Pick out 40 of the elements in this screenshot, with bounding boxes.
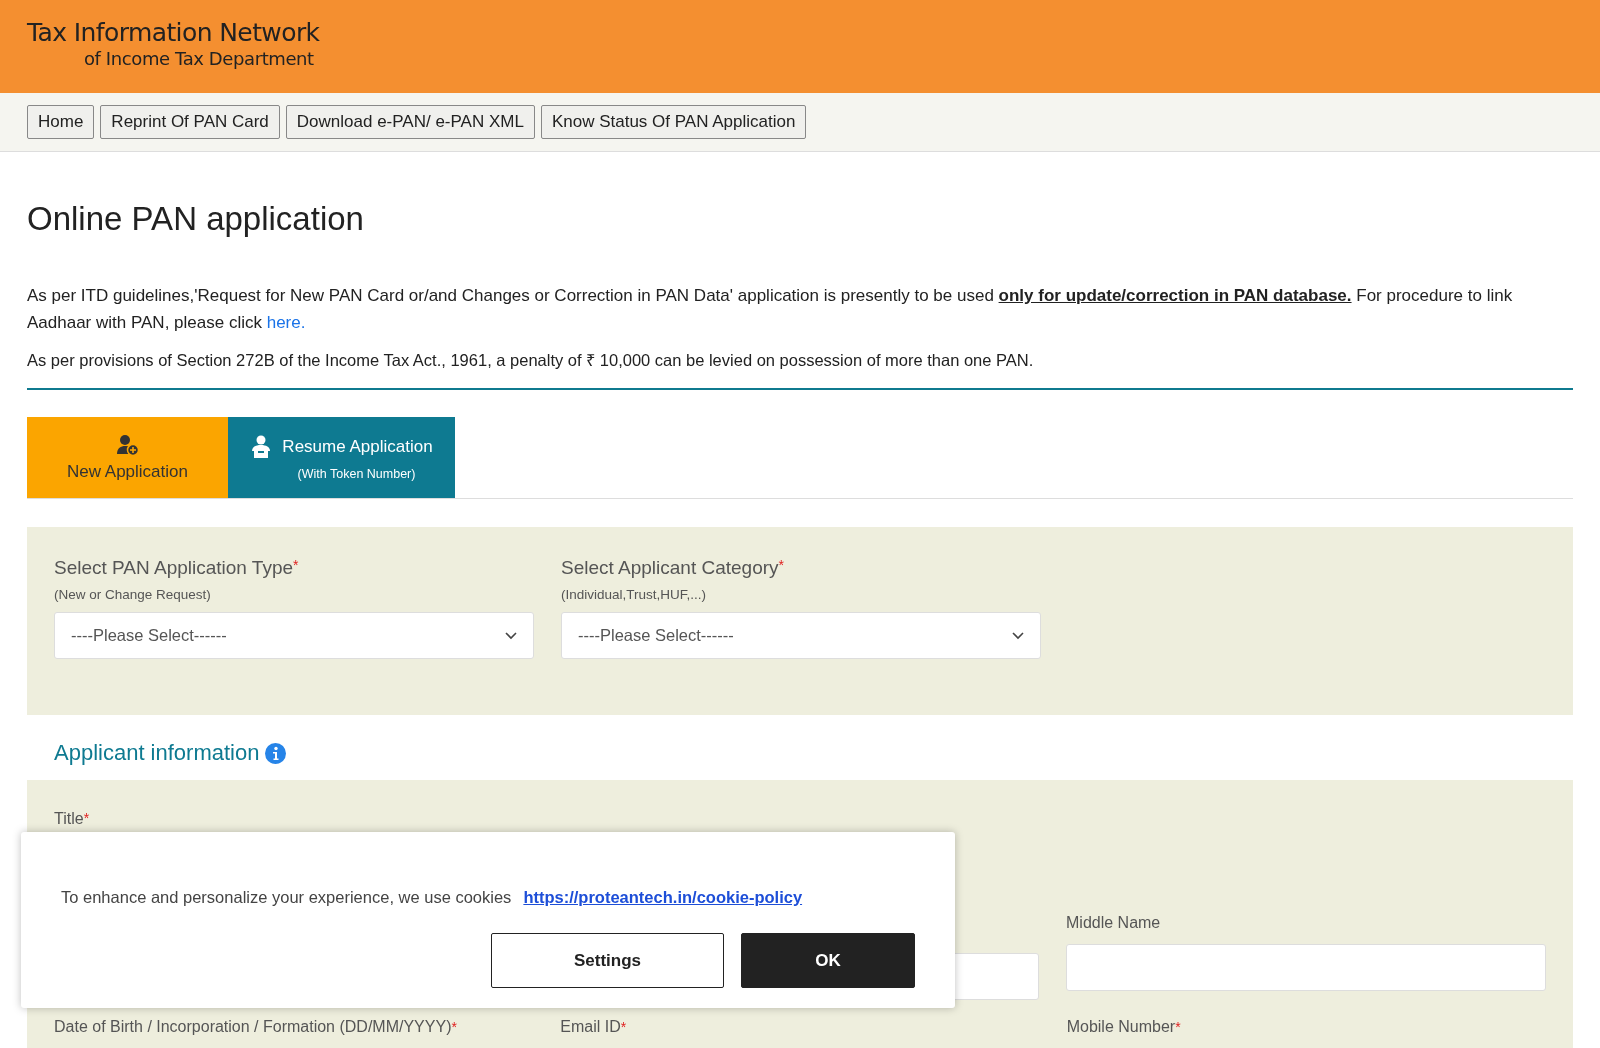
nav-button[interactable]: Know Status Of PAN Application xyxy=(540,105,807,139)
required-mark: * xyxy=(1175,1019,1181,1035)
site-subtitle: of Income Tax Department xyxy=(84,48,314,69)
input-field[interactable] xyxy=(1066,944,1546,991)
required-mark: * xyxy=(83,810,90,826)
user-box-icon xyxy=(250,434,273,459)
required-mark: * xyxy=(778,557,785,573)
chevron-down-icon xyxy=(1012,631,1024,640)
field-label: Mobile Number xyxy=(1066,1018,1176,1035)
penalty-text: As per provisions of Section 272B of the Income Tax Act., 1961, a penalty of ₹ 10,000 can be levied on possession of more than one PAN. xyxy=(27,350,1034,371)
required-mark: * xyxy=(293,557,299,573)
required-mark: * xyxy=(451,1019,457,1035)
field-hint: (Individual,Trust,HUF,...) xyxy=(561,587,707,602)
info-icon[interactable] xyxy=(265,742,287,764)
field-hint: (New or Change Request) xyxy=(54,587,211,602)
notice-text: As per ITD guidelines,'Request for New PAN Card or/and Changes or Correction in PAN Data' application is presently to be used only for update/correction in PAN database. For procedure to link Aadhaar with PAN, please click here. xyxy=(27,285,1514,334)
cookie-policy-link[interactable]: https://proteantech.in/cookie-policy xyxy=(523,888,803,907)
ok-button[interactable]: OK xyxy=(741,933,915,988)
required-mark: * xyxy=(620,1019,627,1035)
settings-button[interactable]: Settings xyxy=(491,933,724,988)
here-link[interactable]: here. xyxy=(266,313,306,332)
nav-button[interactable]: Reprint Of PAN Card xyxy=(100,105,280,139)
application-tab[interactable]: New Application xyxy=(27,417,228,498)
cookie-text: To enhance and personalize your experience, we use cookies xyxy=(61,888,512,907)
application-tab[interactable]: Resume Application (With Token Number) xyxy=(228,417,455,498)
field-label: Date of Birth / Incorporation / Formation (DD/MM/YYYY) xyxy=(54,1018,452,1035)
field-label: Select Applicant Category xyxy=(561,557,779,578)
field-label: Title xyxy=(54,810,84,827)
nav-button[interactable]: Home xyxy=(27,105,95,139)
field-label: Select PAN Application Type xyxy=(54,557,294,578)
field-label: Middle Name xyxy=(1066,914,1161,931)
site-title: Tax Information Network xyxy=(27,18,320,47)
select-field[interactable]: ----Please Select------ xyxy=(54,612,534,659)
section-heading: Applicant information xyxy=(54,740,260,766)
page-title: Online PAN application xyxy=(27,200,364,238)
select-field[interactable]: ----Please Select------ xyxy=(561,612,1041,659)
field-label: Email ID xyxy=(560,1018,621,1035)
nav-button[interactable]: Download e-PAN/ e-PAN XML xyxy=(285,105,535,139)
chevron-down-icon xyxy=(505,631,517,640)
user-add-icon xyxy=(116,433,139,456)
